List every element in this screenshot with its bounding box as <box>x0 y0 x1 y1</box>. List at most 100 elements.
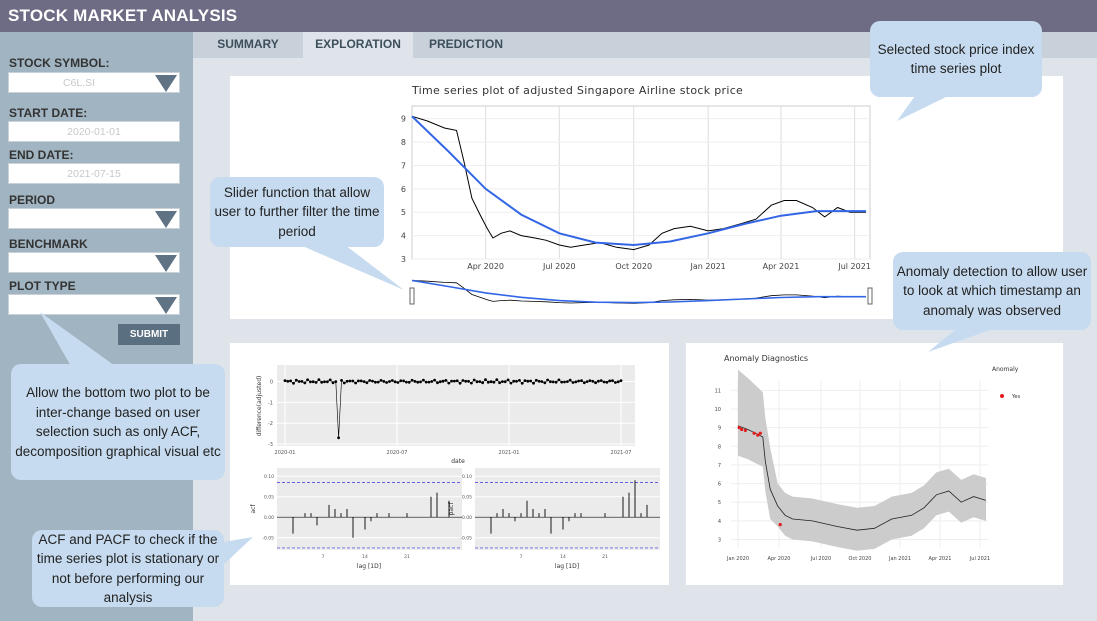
benchmark-label: BENCHMARK <box>9 237 88 251</box>
diff-y-tick-label: -1 <box>268 400 273 406</box>
diff-x-tick-label: 2021-07 <box>611 450 632 456</box>
x-tick-label: Jul 2020 <box>542 262 576 271</box>
y-tick-label: 9 <box>401 115 406 124</box>
y-tick-label: 5 <box>401 208 406 217</box>
period-label: PERIOD <box>9 193 56 207</box>
diff-y-tick-label: 0 <box>270 380 273 386</box>
chart-title: Time series plot of adjusted Singapore A… <box>411 84 743 97</box>
corr-x-axis-label: lag [1D] <box>555 563 579 570</box>
stock-symbol-value: C6L.SI <box>62 77 96 89</box>
y-tick-label: 8 <box>401 138 406 147</box>
corr-y-tick-label: 0.10 <box>264 474 274 480</box>
slider-left-handle[interactable] <box>409 287 415 305</box>
trend-series-line <box>411 115 866 247</box>
corr-x-tick-label: 21 <box>404 554 410 560</box>
corr-x-axis-label: lag [1D] <box>357 563 381 570</box>
diff-plot-background <box>277 365 635 446</box>
anomaly-chart-title: Anomaly Diagnostics <box>724 354 808 363</box>
tab-summary[interactable]: SUMMARY <box>193 32 303 58</box>
anomaly-y-tick-label: 4 <box>718 519 721 525</box>
tab-exploration[interactable]: EXPLORATION <box>303 32 413 58</box>
corr-y-axis-label: pacf <box>448 502 455 516</box>
chevron-down-icon[interactable] <box>155 255 177 272</box>
anomaly-x-tick-label: Jul 2021 <box>969 556 990 562</box>
callout-interchange: Allow the bottom two plot to be inter-ch… <box>11 364 225 480</box>
tab-prediction[interactable]: PREDICTION <box>413 32 519 58</box>
anomaly-x-tick-label: Apr 2020 <box>768 556 791 562</box>
slider-right-handle[interactable] <box>867 287 873 305</box>
start-date-input[interactable]: 2020-01-01 <box>8 121 180 142</box>
callout-anomaly: Anomaly detection to allow user to look … <box>893 252 1091 330</box>
x-tick-label: Jan 2021 <box>690 262 726 271</box>
corr-x-tick-label: 21 <box>602 554 608 560</box>
corr-y-axis-label: acf <box>250 504 257 514</box>
chevron-down-icon[interactable] <box>155 211 177 228</box>
chevron-down-icon[interactable] <box>155 75 177 92</box>
stock-symbol-select[interactable]: C6L.SI <box>8 72 180 93</box>
anomaly-panel: Anomaly Diagnostics Anomaly Yes 3 4 5 6 7 8 9 10 11… <box>686 343 1063 585</box>
anomaly-x-tick-label: Jan 2020 <box>726 556 749 562</box>
diff-y-tick-label: -2 <box>268 421 273 427</box>
anomaly-point <box>778 523 782 527</box>
diff-acf-pacf-chart: 0 -1 -2 -32020-01 2020-07 2021-01 2021-07 diffe… <box>250 365 660 570</box>
anomaly-x-tick-label: Oct 2020 <box>849 556 872 562</box>
corr-y-tick-label: 0.05 <box>264 495 274 501</box>
corr-x-tick-label: 7 <box>520 554 523 560</box>
diff-x-axis-label: date <box>451 458 465 465</box>
anomaly-y-tick-label: 3 <box>718 538 721 544</box>
anomaly-chart: Anomaly Diagnostics Anomaly Yes 3 4 5 6 7 8 9 10 11… <box>715 354 1021 562</box>
anomaly-point <box>743 428 747 432</box>
anomaly-point <box>758 431 762 435</box>
corr-y-tick-label: 0.00 <box>462 515 472 521</box>
diff-x-tick-label: 2020-01 <box>275 450 296 456</box>
diagnostics-panel: 0 -1 -2 -3 2020-01 2020-07 2021-01 2021-07 diffe… <box>230 343 669 585</box>
plot-type-label: PLOT TYPE <box>9 279 76 293</box>
anomaly-point <box>740 427 744 432</box>
corr-y-tick-label: 0.10 <box>462 474 472 480</box>
slider-trend-line <box>411 279 866 304</box>
y-tick-label: 3 <box>401 255 406 264</box>
anomaly-legend-marker <box>1000 394 1004 398</box>
anomaly-x-tick-label: Jul 2020 <box>810 556 831 562</box>
period-select[interactable] <box>8 208 180 229</box>
anomaly-confidence-band <box>738 369 986 551</box>
anomaly-y-tick-label: 6 <box>718 482 721 488</box>
submit-button[interactable]: SUBMIT <box>118 324 180 345</box>
benchmark-select[interactable] <box>8 252 180 273</box>
start-date-label: START DATE: <box>9 106 88 120</box>
end-date-label: END DATE: <box>9 148 74 162</box>
anomaly-legend-label: Yes <box>1011 394 1020 400</box>
diff-y-axis-label: difference(adjusted) <box>256 376 263 437</box>
corr-x-tick-label: 7 <box>322 554 325 560</box>
anomaly-x-tick-label: Apr 2021 <box>929 556 952 562</box>
y-tick-label: 6 <box>401 185 406 194</box>
end-date-input[interactable]: 2021-07-15 <box>8 163 180 184</box>
stock-symbol-label: STOCK SYMBOL: <box>9 56 110 70</box>
corr-y-tick-label: -0.05 <box>460 536 472 542</box>
anomaly-point <box>752 431 756 435</box>
callout-acf: ACF and PACF to check if the time series… <box>32 530 224 607</box>
x-tick-label: Apr 2020 <box>467 262 504 271</box>
corr-y-tick-label: 0.05 <box>462 495 472 501</box>
diff-x-tick-label: 2020-07 <box>387 450 408 456</box>
anomaly-y-tick-label: 8 <box>718 444 721 450</box>
y-tick-label: 7 <box>401 161 406 170</box>
corr-x-tick-label: 14 <box>560 554 566 560</box>
anomaly-y-tick-label: 9 <box>718 426 721 432</box>
anomaly-y-tick-label: 11 <box>715 388 721 394</box>
plot-type-select[interactable] <box>8 294 180 315</box>
corr-x-tick-label: 14 <box>362 554 368 560</box>
diff-x-tick-label: 2021-01 <box>499 450 520 456</box>
x-tick-label: Jul 2021 <box>837 262 871 271</box>
corr-y-tick-label: 0.00 <box>264 515 274 521</box>
anomaly-legend-title: Anomaly <box>992 366 1019 373</box>
callout-selected: Selected stock price index time series p… <box>870 21 1042 97</box>
diff-y-tick-label: -3 <box>268 442 273 448</box>
chevron-down-icon[interactable] <box>155 297 177 314</box>
x-tick-label: Apr 2021 <box>763 262 800 271</box>
corr-y-tick-label: -0.05 <box>262 536 274 542</box>
anomaly-y-tick-label: 7 <box>718 463 721 469</box>
x-tick-label: Oct 2020 <box>615 262 652 271</box>
anomaly-y-tick-label: 5 <box>718 500 721 506</box>
anomaly-y-tick-label: 10 <box>715 407 721 413</box>
